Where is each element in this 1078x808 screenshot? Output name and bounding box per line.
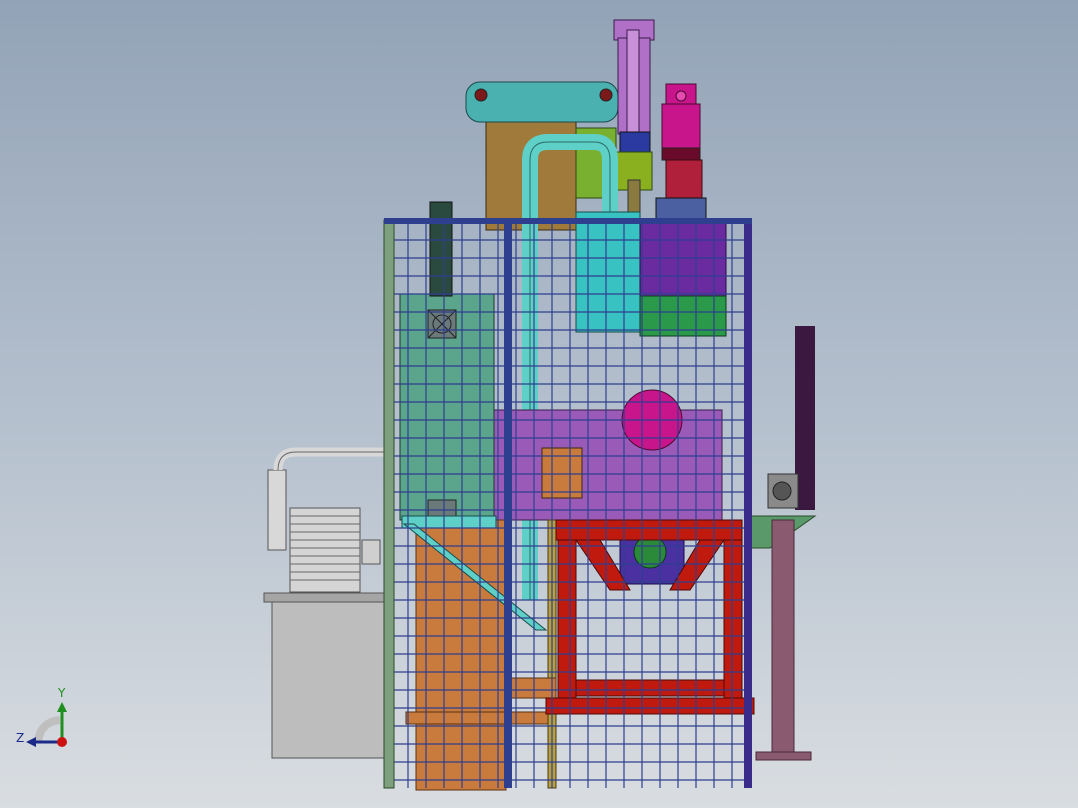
machine-assembly-model[interactable] bbox=[0, 0, 1078, 808]
bearing-hole bbox=[772, 481, 792, 501]
motor-flange bbox=[661, 147, 701, 161]
cad-viewport[interactable]: Y Z bbox=[0, 0, 1078, 808]
servo-motor bbox=[661, 103, 701, 149]
valve-fitting bbox=[361, 539, 381, 565]
y-axis-label: Y bbox=[58, 686, 66, 700]
main-press-body bbox=[491, 409, 723, 521]
die-center bbox=[633, 535, 667, 569]
hydraulic-tank bbox=[271, 599, 387, 759]
oil-cooler-radiator bbox=[289, 507, 361, 593]
return-pipe bbox=[273, 447, 388, 471]
wood-block bbox=[505, 677, 557, 699]
z-axis-arrowhead bbox=[26, 737, 36, 747]
tank-lid bbox=[263, 592, 391, 603]
fence-left-post bbox=[383, 219, 395, 789]
beam-pin-left bbox=[474, 88, 488, 102]
y-axis-arrowhead bbox=[57, 702, 67, 712]
signal-tower bbox=[429, 201, 453, 297]
cylinder-clamp bbox=[619, 131, 651, 155]
wood-support-left bbox=[415, 519, 507, 791]
safety-mesh-guard bbox=[389, 221, 751, 788]
cyan-accumulator bbox=[575, 211, 641, 333]
right-column-foot bbox=[755, 751, 812, 761]
top-teal-beam bbox=[465, 81, 619, 123]
fence-top-rail bbox=[384, 218, 752, 224]
reducer bbox=[665, 159, 703, 199]
fence-center-post bbox=[504, 220, 512, 788]
beam-pin-right bbox=[599, 88, 613, 102]
fence-right-post bbox=[744, 220, 752, 788]
z-axis-label: Z bbox=[16, 731, 25, 745]
x-axis-dot bbox=[57, 737, 67, 747]
triad-arc bbox=[34, 716, 61, 743]
right-support-column bbox=[771, 519, 795, 753]
pump-filter bbox=[267, 469, 287, 551]
motor-connector bbox=[675, 90, 687, 102]
